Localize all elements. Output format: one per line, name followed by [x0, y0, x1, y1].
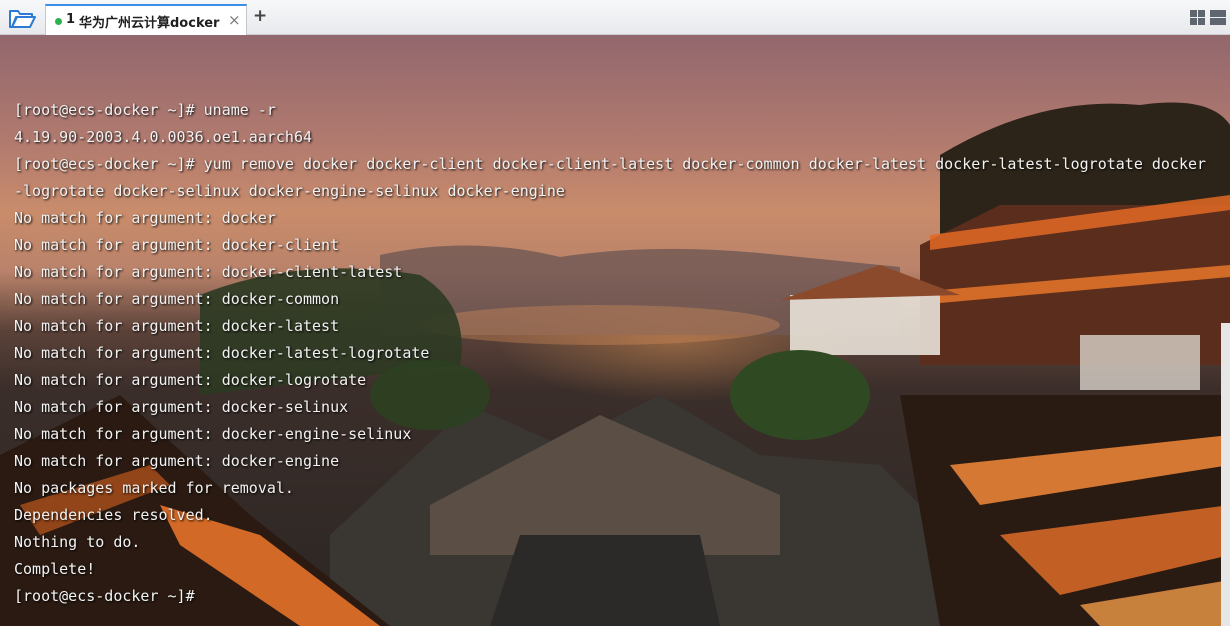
layout-grid-icon[interactable] — [1190, 10, 1226, 26]
terminal-prompt[interactable]: [root@ecs-docker ~]# — [14, 583, 1206, 610]
folder-open-icon[interactable] — [8, 7, 36, 29]
terminal-line: Nothing to do. — [14, 533, 141, 551]
terminal-line: No packages marked for removal. — [14, 479, 294, 497]
tab-title: 华为广州云计算docker — [79, 16, 220, 31]
terminal-line: No match for argument: docker — [14, 209, 276, 227]
add-tab-button[interactable]: + — [253, 6, 267, 26]
terminal-line: No match for argument: docker-client-lat… — [14, 263, 403, 281]
terminal-line: No match for argument: docker-latest-log… — [14, 344, 430, 362]
terminal-line: No match for argument: docker-latest — [14, 317, 340, 335]
terminal-line: No match for argument: docker-engine — [14, 452, 340, 470]
terminal-line: No match for argument: docker-common — [14, 290, 340, 308]
terminal-line: 4.19.90-2003.4.0.0036.oe1.aarch64 — [14, 128, 313, 146]
tab-bar: 1 华为广州云计算docker × + — [0, 0, 1230, 35]
terminal-line: [root@ecs-docker ~]# uname -r — [14, 101, 276, 119]
terminal-line: No match for argument: docker-logrotate — [14, 371, 367, 389]
terminal-line: Dependencies resolved. — [14, 506, 213, 524]
terminal-line: [root@ecs-docker ~]# yum remove docker d… — [14, 155, 1207, 173]
terminal-scrollbar[interactable] — [1221, 323, 1230, 626]
terminal-line: No match for argument: docker-engine-sel… — [14, 425, 412, 443]
terminal-output: [root@ecs-docker ~]# uname -r 4.19.90-20… — [14, 97, 1206, 610]
terminal-line: Complete! — [14, 560, 96, 578]
terminal-line: No match for argument: docker-selinux — [14, 398, 349, 416]
close-icon[interactable]: × — [228, 11, 241, 29]
terminal-line: No match for argument: docker-client — [14, 236, 340, 254]
tab-number: 1 — [66, 12, 76, 27]
terminal-line: -logrotate docker-selinux docker-engine-… — [14, 182, 565, 200]
terminal-area[interactable]: [root@ecs-docker ~]# uname -r 4.19.90-20… — [0, 35, 1230, 626]
connected-status-icon — [55, 18, 62, 25]
tab-session[interactable]: 1 华为广州云计算docker × — [45, 4, 247, 35]
